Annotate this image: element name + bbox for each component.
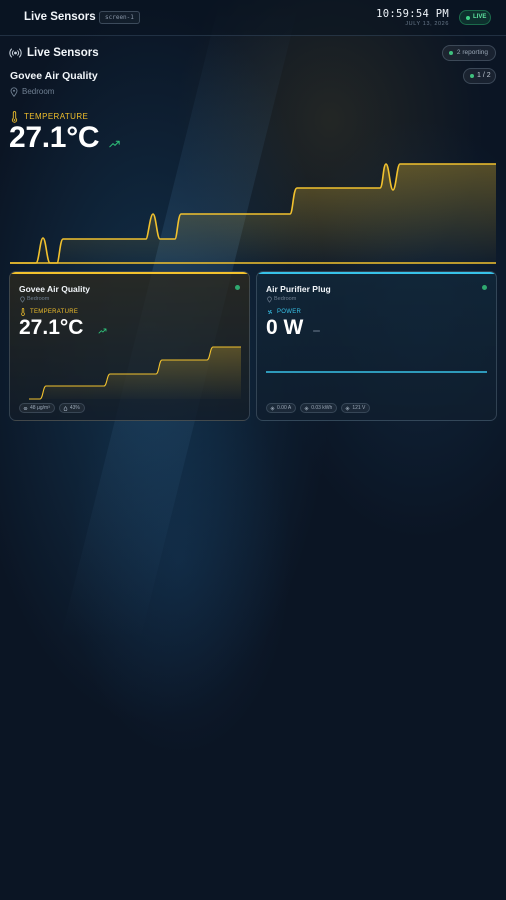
card-sparkline xyxy=(29,346,241,400)
location-pin-icon xyxy=(267,296,272,303)
location-pin-icon xyxy=(10,87,18,97)
section-title: Live Sensors xyxy=(27,47,99,59)
reporting-badge: 2 reporting xyxy=(441,45,496,61)
hero-device-name: Govee Air Quality xyxy=(10,70,98,82)
trend-up-icon xyxy=(109,140,120,148)
card-accent-bar xyxy=(257,272,496,274)
bolt-icon xyxy=(345,405,350,411)
hero-metric-label: TEMPERATURE xyxy=(24,112,89,121)
stat-chip-current: 0.00 A xyxy=(266,403,297,413)
stat-chip-text: 43% xyxy=(69,405,80,411)
stat-chip-energy: 0.03 kWh xyxy=(300,403,338,413)
bolt-icon xyxy=(304,405,309,411)
sensor-card-govee[interactable]: Govee Air Quality Bedroom TEMPERATURE 27… xyxy=(9,271,250,421)
card-device-name: Govee Air Quality xyxy=(19,284,91,294)
card-location: Bedroom xyxy=(27,296,50,302)
hero-value: 27.1°C xyxy=(9,121,100,154)
card-value: 27.1°C xyxy=(19,316,84,339)
card-location: Bedroom xyxy=(274,296,297,302)
status-dot xyxy=(482,285,487,290)
top-bar: Live Sensors screen-1 10:59:54 PM JULY 1… xyxy=(0,0,506,36)
stat-chip-text: 121 V xyxy=(352,405,366,411)
particulate-icon xyxy=(23,406,28,410)
humidity-icon xyxy=(63,405,68,411)
clock: 10:59:54 PM xyxy=(376,8,449,20)
stat-chip-text: 0.00 A xyxy=(277,405,292,411)
broadcast-icon xyxy=(9,48,22,58)
sensor-card-purifier[interactable]: Air Purifier Plug Bedroom POWER 0 W 0.00… xyxy=(256,271,497,421)
hero-sparkline xyxy=(10,163,496,264)
thermometer-icon xyxy=(21,308,25,316)
hero-location: Bedroom xyxy=(22,87,55,96)
bolt-icon xyxy=(270,405,275,411)
live-badge: LIVE xyxy=(459,10,491,25)
screen-tag: screen-1 xyxy=(99,11,140,24)
page-indicator[interactable]: 1 / 2 xyxy=(463,68,496,84)
date: JULY 13, 2026 xyxy=(405,21,449,27)
stat-chip-particulate: 48 µg/m³ xyxy=(19,403,55,413)
card-metric-label: TEMPERATURE xyxy=(30,309,79,315)
card-stats: 0.00 A 0.03 kWh 121 V xyxy=(266,403,371,413)
stat-chip-text: 0.03 kWh xyxy=(311,405,333,411)
fan-icon xyxy=(268,310,272,314)
status-dot xyxy=(235,285,240,290)
card-stats: 48 µg/m³ 43% xyxy=(19,403,85,413)
card-sparkline xyxy=(266,371,487,373)
stat-chip-text: 48 µg/m³ xyxy=(30,405,50,411)
card-device-name: Air Purifier Plug xyxy=(266,284,331,294)
card-metric-label: POWER xyxy=(277,309,302,315)
trend-flat-icon xyxy=(313,330,320,332)
trend-up-icon xyxy=(98,328,107,334)
card-accent-bar xyxy=(10,272,249,274)
stat-chip-voltage: 121 V xyxy=(341,403,371,413)
app-title: Live Sensors xyxy=(24,11,96,23)
card-value: 0 W xyxy=(266,316,304,339)
stat-chip-humidity: 43% xyxy=(58,403,85,413)
location-pin-icon xyxy=(20,296,25,303)
